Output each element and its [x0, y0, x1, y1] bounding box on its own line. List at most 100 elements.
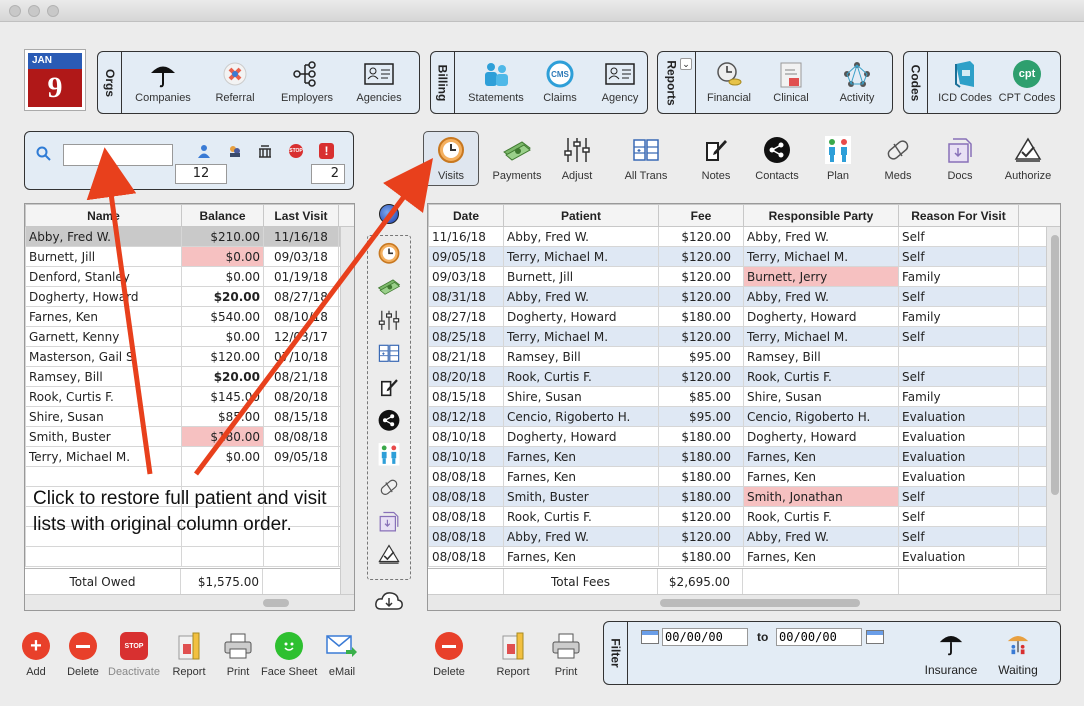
visit-row[interactable]: 08/10/18 Farnes, Ken $180.00 Farnes, Ken Eva…	[428, 446, 1060, 467]
agency-button[interactable]: Agency	[585, 58, 655, 104]
deactivate-patient-button[interactable]: STOP Deactivate	[106, 630, 162, 678]
insurance-button[interactable]: Insurance	[916, 630, 986, 677]
cloud-download-icon[interactable]	[374, 589, 404, 611]
companies-button[interactable]: Companies	[128, 58, 198, 104]
adjust-button[interactable]: Adjust	[542, 134, 612, 182]
visit-row[interactable]: 08/08/18 Smith, Buster $180.00 Smith, Jonat…	[428, 486, 1060, 507]
patient-row[interactable]: Terry, Michael M. $0.00 09/05/18	[25, 446, 354, 467]
column-header-last-visit[interactable]: Last Visit	[263, 204, 339, 227]
visit-row[interactable]: 08/31/18 Abby, Fred W. $120.00 Abby, Fred W…	[428, 286, 1060, 307]
visit-fee: $95.00	[658, 346, 744, 367]
reports-dropdown-icon[interactable]: ⌄	[680, 58, 692, 70]
waiting-button[interactable]: Waiting	[983, 630, 1053, 677]
print-patient-button[interactable]: Print	[210, 630, 266, 678]
strip-clock-icon[interactable]	[377, 242, 401, 266]
visit-row[interactable]: 08/08/18 Rook, Curtis F. $120.00 Rook, Curt…	[428, 506, 1060, 527]
visit-row[interactable]: 08/15/18 Shire, Susan $85.00 Shire, Susan Fa…	[428, 386, 1060, 407]
report-visit-button[interactable]: Report	[485, 630, 541, 678]
visits-button[interactable]: Visits	[416, 134, 486, 182]
face-sheet-patient-button[interactable]: Face Sheet	[261, 630, 317, 678]
strip-grid-icon[interactable]	[377, 343, 401, 367]
visits-horizontal-scrollbar[interactable]	[428, 594, 1060, 610]
activity-button[interactable]: Activity	[822, 58, 892, 104]
strip-pill-icon[interactable]	[377, 477, 401, 501]
visit-row[interactable]: 08/20/18 Rook, Curtis F. $120.00 Rook, Curt…	[428, 366, 1060, 387]
patient-row[interactable]: Garnett, Kenny $0.00 12/03/17	[25, 326, 354, 347]
patient-row[interactable]: Ramsey, Bill $20.00 08/21/18	[25, 366, 354, 387]
strip-note-icon[interactable]	[377, 376, 401, 400]
column-header-balance[interactable]: Balance	[181, 204, 264, 227]
visits-vertical-scrollbar[interactable]	[1046, 227, 1060, 594]
stop-filter-icon[interactable]: STOP	[289, 144, 303, 158]
patient-row[interactable]: Shire, Susan $85.00 08/15/18	[25, 406, 354, 427]
meds-button[interactable]: Meds	[863, 134, 933, 182]
person-filter-icon[interactable]	[197, 144, 211, 158]
alert-filter-icon[interactable]: !	[319, 143, 334, 159]
patient-vertical-scrollbar[interactable]	[340, 227, 354, 594]
patient-row[interactable]: Smith, Buster $180.00 08/08/18	[25, 426, 354, 447]
search-input[interactable]	[63, 144, 173, 166]
patient-row[interactable]: Dogherty, Howard $20.00 08/27/18	[25, 286, 354, 307]
clinical-button[interactable]: Clinical	[756, 58, 826, 104]
strip-authorize-icon[interactable]	[377, 544, 401, 568]
visit-row[interactable]: 08/10/18 Dogherty, Howard $180.00 Dogherty,…	[428, 426, 1060, 447]
employers-button[interactable]: Employers	[272, 58, 342, 104]
icd-codes-button[interactable]: ICD Codes	[930, 58, 1000, 104]
to-date-input[interactable]	[776, 628, 862, 646]
visit-row[interactable]: 08/08/18 Farnes, Ken $180.00 Farnes, Ken Eva…	[428, 466, 1060, 487]
authorize-button[interactable]: Authorize	[993, 134, 1063, 182]
patient-row[interactable]: Denford, Stanley $0.00 01/19/18	[25, 266, 354, 287]
delete-visit-button[interactable]: Delete	[421, 630, 477, 678]
notes-button[interactable]: Notes	[681, 134, 751, 182]
visit-row[interactable]: 08/08/18 Abby, Fred W. $120.00 Abby, Fred W…	[428, 526, 1060, 547]
from-date-input[interactable]	[662, 628, 748, 646]
visit-row[interactable]: 09/03/18 Burnett, Jill $120.00 Burnett, Jer…	[428, 266, 1060, 287]
minimize-window-button[interactable]	[28, 5, 40, 17]
patient-row[interactable]: Abby, Fred W. $210.00 11/16/18	[25, 226, 354, 247]
agencies-button[interactable]: Agencies	[344, 58, 414, 104]
visit-row[interactable]: 08/25/18 Terry, Michael M. $120.00 Terry, M…	[428, 326, 1060, 347]
report-patient-button[interactable]: Report	[161, 630, 217, 678]
column-header-name[interactable]: Name	[25, 204, 182, 227]
building-filter-icon[interactable]	[258, 144, 272, 158]
to-calendar-icon[interactable]	[866, 630, 884, 644]
patient-row[interactable]: Burnett, Jill $0.00 09/03/18	[25, 246, 354, 267]
strip-plan-icon[interactable]	[377, 442, 401, 467]
visit-row[interactable]: 11/16/18 Abby, Fred W. $120.00 Abby, Fred W…	[428, 226, 1060, 247]
statements-button[interactable]: Statements	[461, 58, 531, 104]
from-calendar-icon[interactable]	[641, 630, 659, 644]
visit-row[interactable]: 08/27/18 Dogherty, Howard $180.00 Dogherty,…	[428, 306, 1060, 327]
patient-row[interactable]: Rook, Curtis F. $145.00 08/20/18	[25, 386, 354, 407]
restore-columns-icon[interactable]	[379, 204, 399, 224]
column-header-date[interactable]: Date	[428, 204, 504, 227]
visit-row[interactable]: 08/08/18 Farnes, Ken $180.00 Farnes, Ken Eva…	[428, 546, 1060, 567]
email-patient-button[interactable]: eMail	[314, 630, 370, 678]
column-header-responsible-party[interactable]: Responsible Party	[743, 204, 899, 227]
calendar-icon[interactable]: JAN 9	[24, 49, 86, 111]
close-window-button[interactable]	[9, 5, 21, 17]
patient-row[interactable]: Masterson, Gail S. $120.00 07/10/18	[25, 346, 354, 367]
visit-row[interactable]: 09/05/18 Terry, Michael M. $120.00 Terry, M…	[428, 246, 1060, 267]
patient-horizontal-scrollbar[interactable]	[25, 594, 354, 610]
column-header-patient[interactable]: Patient	[503, 204, 659, 227]
group-filter-icon[interactable]	[228, 144, 242, 158]
docs-button[interactable]: Docs	[925, 134, 995, 182]
delete-patient-button[interactable]: Delete	[55, 630, 111, 678]
contacts-button[interactable]: Contacts	[742, 134, 812, 182]
zoom-window-button[interactable]	[47, 5, 59, 17]
patient-row[interactable]: Farnes, Ken $540.00 08/10/18	[25, 306, 354, 327]
print-visit-button[interactable]: Print	[538, 630, 594, 678]
all-trans-button[interactable]: All Trans	[611, 134, 681, 182]
column-header-fee[interactable]: Fee	[658, 204, 744, 227]
visit-date: 08/21/18	[428, 346, 504, 367]
strip-sliders-icon[interactable]	[377, 309, 401, 333]
visit-row[interactable]: 08/12/18 Cencio, Rigoberto H. $95.00 Cencio…	[428, 406, 1060, 427]
strip-share-icon[interactable]	[377, 409, 401, 434]
visit-row[interactable]: 08/21/18 Ramsey, Bill $95.00 Ramsey, Bill	[428, 346, 1060, 367]
financial-button[interactable]: Financial	[694, 58, 764, 104]
cpt-codes-button[interactable]: cpt CPT Codes	[992, 58, 1062, 104]
column-header-reason[interactable]: Reason For Visit	[898, 204, 1019, 227]
strip-money-icon[interactable]	[377, 276, 401, 300]
strip-docs-icon[interactable]	[377, 510, 401, 534]
referral-button[interactable]: Referral	[200, 58, 270, 104]
